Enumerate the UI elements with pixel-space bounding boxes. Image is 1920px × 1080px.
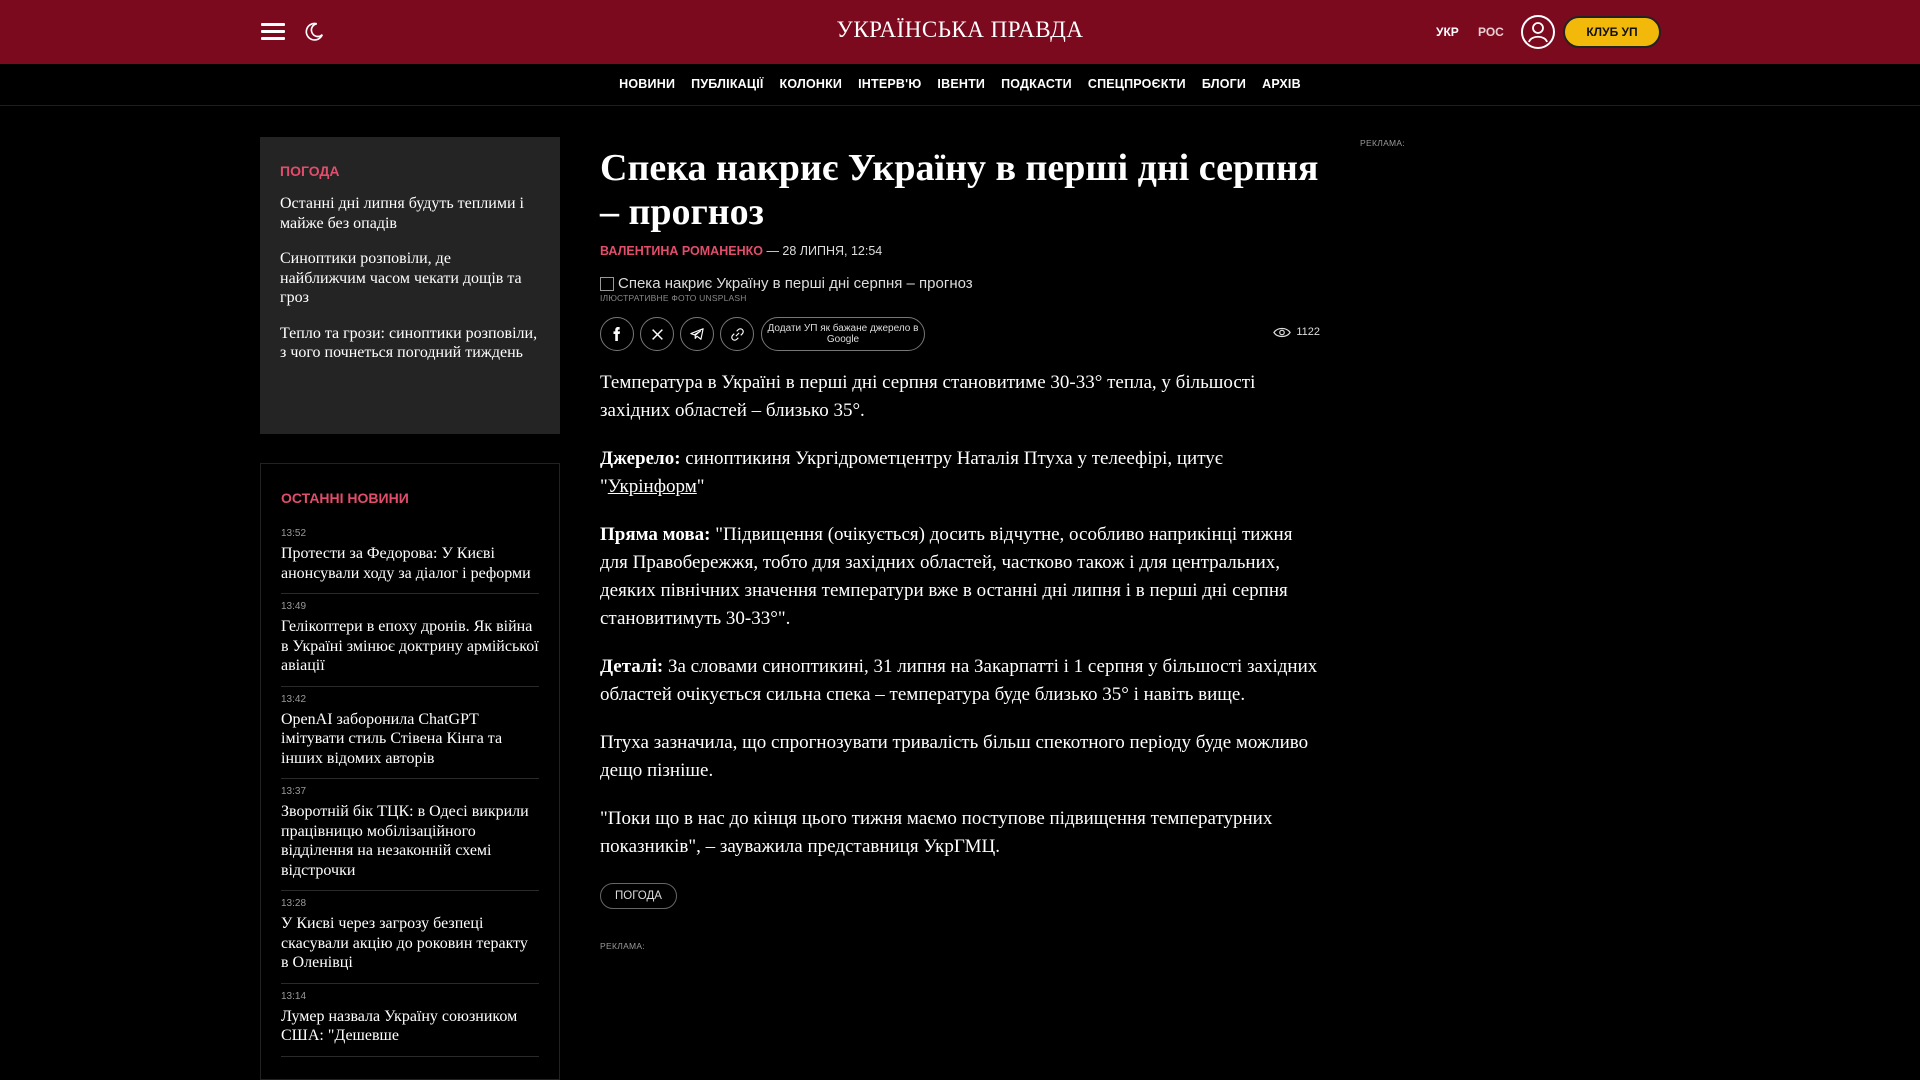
- news-headline[interactable]: Гелікоптери в епоху дронів. Як війна в У…: [281, 617, 539, 676]
- club-up-button[interactable]: КЛУБ УП: [1563, 16, 1661, 48]
- lang-ros-link[interactable]: РОС: [1478, 25, 1504, 39]
- paragraph: Деталі: За словами синоптикині, 31 липня…: [600, 653, 1320, 709]
- photo-caption: ІЛЮСТРАТИВНЕ ФОТО UNSPLASH: [600, 293, 747, 303]
- nav-news[interactable]: НОВИНИ: [619, 77, 675, 91]
- site-logo[interactable]: УКРАЇНСЬКА ПРАВДА: [760, 17, 1160, 43]
- nav-interviews[interactable]: ІНТЕРВ'Ю: [858, 77, 921, 91]
- news-time: 13:49: [281, 601, 307, 612]
- author-link[interactable]: ВАЛЕНТИНА РОМАНЕНКО: [600, 244, 763, 258]
- news-time: 13:42: [281, 693, 307, 705]
- paragraph-label: Деталі:: [600, 656, 664, 677]
- news-list-item[interactable]: 13:28 У Києві через загрозу безпеці скас…: [281, 891, 539, 984]
- news-list-item[interactable]: 13:14 Лумер назвала Україну союзником СШ…: [281, 984, 539, 1057]
- x-share-icon[interactable]: [640, 317, 674, 351]
- nav-specprojects[interactable]: СПЕЦПРОЄКТИ: [1088, 77, 1186, 91]
- article-title: Спека накриє Україну в перші дні серпня …: [600, 147, 1319, 233]
- latest-news-title[interactable]: ОСТАННІ НОВИНИ: [281, 490, 539, 506]
- nav-archive[interactable]: АРХІВ: [1262, 77, 1301, 91]
- user-account-icon[interactable]: [1521, 15, 1555, 49]
- weather-sidebar: ПОГОДА Останні дні липня будуть теплими …: [260, 137, 560, 434]
- weather-section-title[interactable]: ПОГОДА: [280, 163, 540, 179]
- tag-weather[interactable]: ПОГОДА: [600, 883, 677, 909]
- nav-podcasts[interactable]: ПОДКАСТИ: [1001, 77, 1072, 91]
- news-headline[interactable]: Зворотній бік ТЦК: в Одесі викрили праці…: [281, 802, 539, 880]
- paragraph: Птуха зазначила, що спрогнозувати тривал…: [600, 732, 1309, 781]
- views-counter: 1122: [1273, 326, 1320, 338]
- share-bar: Додати УП як бажане джерело в Google 112…: [600, 317, 1320, 351]
- news-list-item[interactable]: 13:37 Зворотній бік ТЦК: в Одесі викрили…: [281, 779, 539, 891]
- news-headline[interactable]: OpenAI заборонила ChatGPT імітувати стил…: [281, 710, 539, 769]
- views-count: 1122: [1296, 326, 1320, 338]
- menu-icon[interactable]: [261, 23, 285, 41]
- latest-news-sidebar: ОСТАННІ НОВИНИ 13:52 Протести за Федоров…: [260, 463, 560, 1080]
- news-time: 13:14: [281, 990, 307, 1002]
- nav-publications[interactable]: ПУБЛІКАЦІЇ: [691, 77, 763, 91]
- weather-link[interactable]: Останні дні липня будуть теплими і майже…: [280, 194, 540, 233]
- article-photo: Спека накриє Україну в перші дні серпня …: [600, 275, 1320, 292]
- paragraph-text: За словами синоптикині, 31 липня на Зака…: [600, 656, 1318, 705]
- news-time: 13:28: [281, 898, 307, 909]
- weather-link[interactable]: Тепло та грози: синоптики розповіли, з ч…: [280, 324, 540, 363]
- news-headline[interactable]: Протести за Федорова: У Києві анонсували…: [281, 544, 539, 583]
- paragraph-label: Джерело:: [600, 448, 681, 469]
- weather-link[interactable]: Синоптики розповіли, де найближчим часом…: [280, 249, 540, 308]
- broken-image-icon: [600, 276, 614, 291]
- news-list-item[interactable]: 13:49 Гелікоптери в епоху дронів. Як вій…: [281, 594, 539, 687]
- article-byline: ВАЛЕНТИНА РОМАНЕНКО — 28 ЛИПНЯ, 12:54: [600, 244, 1320, 258]
- ad-label: РЕКЛАМА:: [600, 941, 646, 951]
- nav-blogs[interactable]: БЛОГИ: [1202, 77, 1246, 91]
- nav-events[interactable]: ІВЕНТИ: [937, 77, 985, 91]
- nav-columns[interactable]: КОЛОНКИ: [780, 77, 843, 91]
- article: Спека накриє Україну в перші дні серпня …: [600, 146, 1320, 951]
- news-time: 13:37: [281, 786, 307, 797]
- dark-mode-moon-icon[interactable]: [303, 21, 325, 43]
- publish-date: — 28 ЛИПНЯ, 12:54: [766, 244, 883, 258]
- facebook-share-icon[interactable]: [600, 317, 634, 351]
- main-nav: НОВИНИ ПУБЛІКАЦІЇ КОЛОНКИ ІНТЕРВ'Ю ІВЕНТ…: [0, 64, 1920, 106]
- telegram-share-icon[interactable]: [680, 317, 714, 351]
- news-headline[interactable]: У Києві через загрозу безпеці скасували …: [281, 914, 539, 973]
- paragraph: Пряма мова: "Підвищення (очікується) дос…: [600, 521, 1320, 633]
- paragraph: Джерело: синоптикиня Укргідрометцентру Н…: [600, 445, 1320, 501]
- ad-label-right: РЕКЛАМА:: [1360, 138, 1406, 148]
- news-list-item[interactable]: 13:42 OpenAI заборонила ChatGPT імітуват…: [281, 687, 539, 779]
- top-header: УКРАЇНСЬКА ПРАВДА УКР РОС КЛУБ УП: [0, 0, 1920, 64]
- paragraph-label: Пряма мова:: [600, 524, 711, 545]
- add-google-source-button[interactable]: Додати УП як бажане джерело в Google: [761, 317, 925, 351]
- news-list-item[interactable]: 13:52 Протести за Федорова: У Києві анон…: [281, 521, 539, 594]
- paragraph: Температура в Україні в перші дні серпня…: [600, 372, 1256, 421]
- photo-alt-text: Спека накриє Україну в перші дні серпня …: [618, 275, 973, 292]
- article-body: Температура в Україні в перші дні серпня…: [600, 369, 1320, 861]
- news-time: 13:52: [281, 528, 307, 539]
- eye-icon: [1273, 327, 1292, 337]
- paragraph: "Поки що в нас до кінця цього тижня маєм…: [600, 808, 1273, 857]
- ukrinform-link[interactable]: Укрінформ: [608, 476, 697, 497]
- copy-link-icon[interactable]: [720, 317, 754, 351]
- news-headline[interactable]: Лумер назвала Україну союзником США: "Де…: [281, 1007, 539, 1046]
- paragraph-text: ": [696, 476, 705, 497]
- lang-ukr-link[interactable]: УКР: [1436, 25, 1459, 39]
